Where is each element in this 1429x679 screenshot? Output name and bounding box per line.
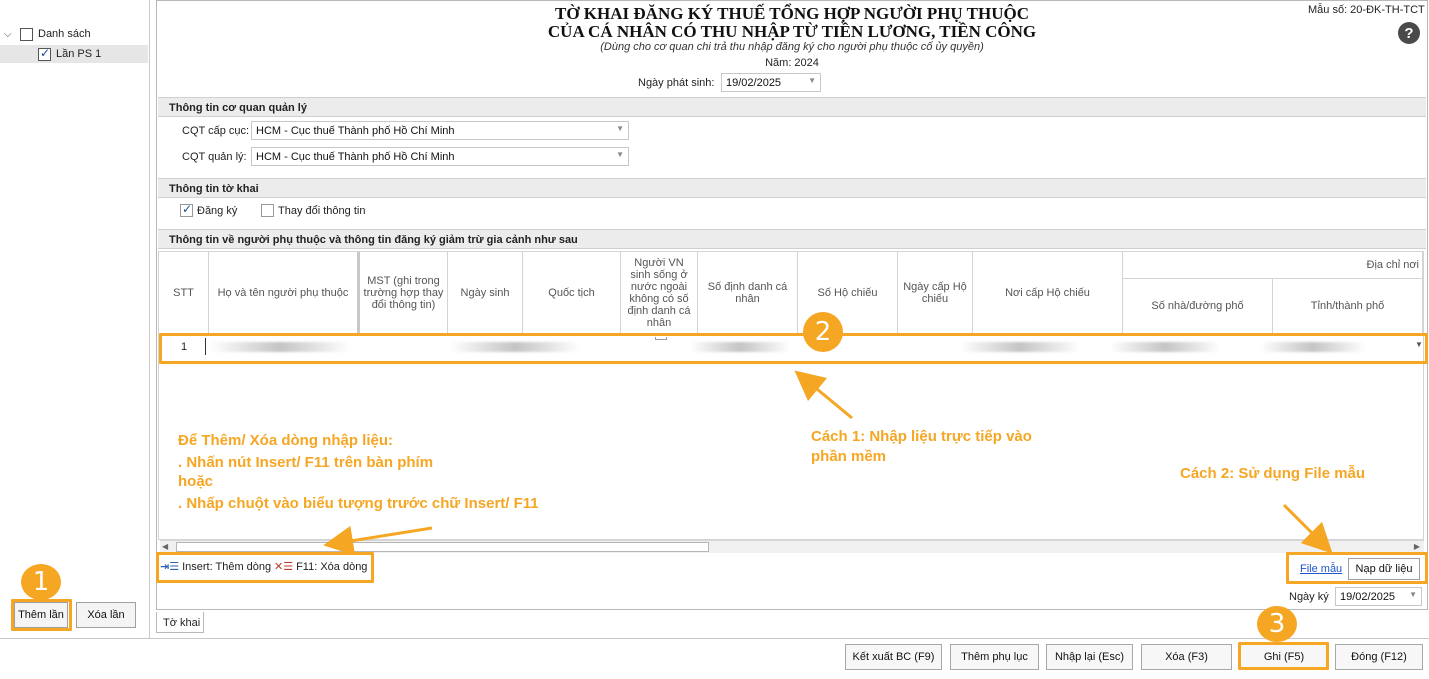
arrow-to-row xyxy=(794,370,853,420)
annotation-arrows xyxy=(323,370,1333,556)
arrow-to-template xyxy=(1282,503,1333,554)
arrow-to-row-actions xyxy=(323,525,433,556)
